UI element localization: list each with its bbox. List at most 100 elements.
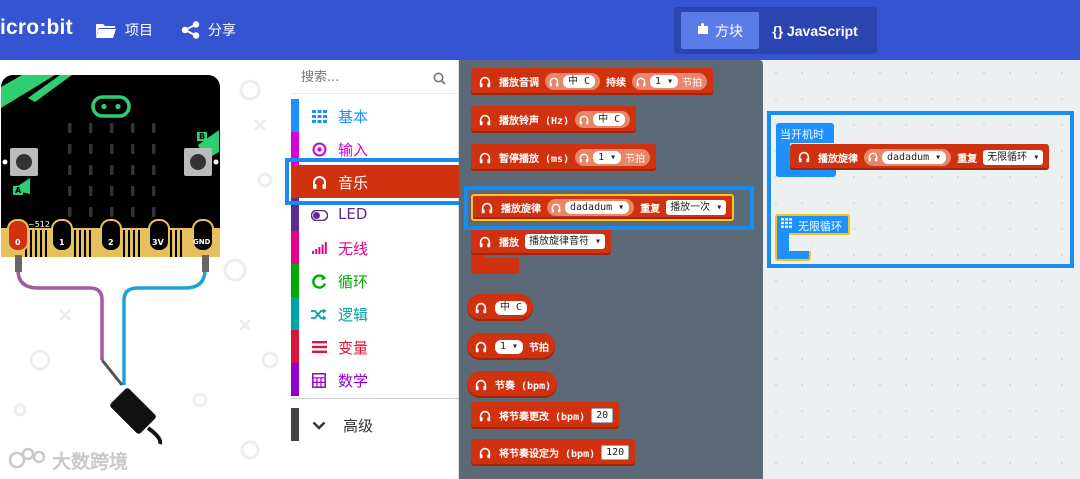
chevron-down-icon <box>310 416 328 434</box>
button-a-label[interactable]: A <box>13 186 24 195</box>
toggle-icon <box>310 206 328 224</box>
category-label: 无线 <box>338 240 369 258</box>
watermark-text: 大数跨境 <box>52 451 129 473</box>
category-math[interactable]: 数学 <box>291 363 459 396</box>
category-label: 逻辑 <box>338 306 369 324</box>
repeat-label: 重复 <box>957 153 978 165</box>
tempo-change-input[interactable]: 20 <box>591 408 614 423</box>
headphones-icon <box>477 74 493 90</box>
pin-0-label[interactable]: 0 <box>15 238 21 247</box>
category-label: 高级 <box>343 417 374 435</box>
note-value: 中 C <box>495 300 528 315</box>
note-input[interactable]: 中 C <box>575 111 631 128</box>
repeat-dropdown[interactable]: 无限循环 ▾ <box>983 149 1044 165</box>
simulator-panel: 0 1 2 3V GND ~512 A B 大数跨境 <box>0 60 291 479</box>
top-bar: icro:bit 项目 分享 方块 {} JavaScript <box>0 0 1080 60</box>
beat-input[interactable]: 1 ▾ 节拍 <box>632 73 708 90</box>
ring-tone-block[interactable]: 播放铃声 (Hz) 中 C <box>471 106 637 133</box>
note-value: 中 C <box>593 113 626 126</box>
headphones-icon <box>477 445 493 461</box>
pin-1-label[interactable]: 1 <box>59 238 65 247</box>
editor-mode-toggle: 方块 {} JavaScript <box>674 7 877 54</box>
beat-value: 1 ▾ <box>593 151 622 164</box>
headphones-icon <box>479 200 495 216</box>
beat-value[interactable]: 1 ▾ <box>495 339 524 354</box>
toolbox-search <box>291 60 459 94</box>
category-label: 输入 <box>338 141 369 159</box>
share-button[interactable]: 分享 <box>181 20 236 40</box>
tempo-reporter-block[interactable]: 节奏 (bpm) <box>467 371 558 398</box>
pin-value-readout: ~512 <box>28 220 50 229</box>
category-led[interactable]: LED <box>291 198 459 231</box>
category-music[interactable]: 音乐 <box>291 165 459 198</box>
block-label: 暂停播放 (ms) <box>499 154 570 165</box>
start-melody-block[interactable]: 播放旋律 dadadum ▾ 重复 播放一次 ▾ <box>471 194 735 221</box>
blocks-mode-button[interactable]: 方块 <box>681 12 759 49</box>
category-advanced[interactable]: 高级 <box>291 408 459 441</box>
grid-icon <box>310 107 328 125</box>
headphones-icon <box>477 408 493 424</box>
button-b-label[interactable]: B <box>197 132 208 141</box>
projects-label: 项目 <box>125 23 153 39</box>
search-icon[interactable] <box>433 70 446 89</box>
blocks-mode-label: 方块 <box>715 23 743 40</box>
projects-button[interactable]: 项目 <box>95 20 153 40</box>
category-radio[interactable]: 无线 <box>291 231 459 264</box>
category-basic[interactable]: 基本 <box>291 99 459 132</box>
loop-icon <box>310 272 328 290</box>
beat-input[interactable]: 1 ▾ 节拍 <box>575 149 651 166</box>
block-label: 播放 <box>499 238 519 249</box>
share-label: 分享 <box>208 23 236 39</box>
repeat-dropdown[interactable]: 播放一次 ▾ <box>666 200 727 215</box>
pin-2-label[interactable]: 2 <box>108 238 114 247</box>
headphones-icon <box>473 300 489 316</box>
javascript-mode-button[interactable]: {} JavaScript <box>766 12 864 49</box>
block-label: 将节奏设定为 (bpm) <box>499 449 596 460</box>
category-variables[interactable]: 变量 <box>291 330 459 363</box>
headphones-icon <box>577 113 591 127</box>
repeat-label: 重复 <box>640 204 661 215</box>
search-input[interactable] <box>301 67 429 87</box>
category-label: 音乐 <box>338 174 369 192</box>
pin-gnd-label: GND <box>193 238 211 246</box>
folder-icon <box>95 21 117 39</box>
note-reporter-block[interactable]: 中 C <box>467 294 534 321</box>
category-label: 数学 <box>338 372 369 390</box>
block-label: 播放铃声 (Hz) <box>499 116 570 127</box>
block-label: 播放旋律 <box>501 204 541 215</box>
grid-icon <box>781 218 792 231</box>
rest-block[interactable]: 暂停播放 (ms) 1 ▾ 节拍 <box>471 144 657 171</box>
set-tempo-block[interactable]: 将节奏设定为 (bpm) 120 <box>471 439 636 466</box>
sound-dropdown[interactable]: 播放旋律音符 ▾ <box>525 234 606 249</box>
tempo-set-input[interactable]: 120 <box>601 445 630 460</box>
category-logic[interactable]: 逻辑 <box>291 297 459 330</box>
brand-logo[interactable]: icro:bit <box>0 16 73 40</box>
on-start-block[interactable]: 当开机时 <box>776 123 834 143</box>
beat-reporter-block[interactable]: 1 ▾ 节拍 <box>467 333 556 360</box>
shuffle-icon <box>310 305 328 323</box>
beat-unit: 节拍 <box>529 343 550 354</box>
category-loops[interactable]: 循环 <box>291 264 459 297</box>
block-label: 节奏 (bpm) <box>495 381 552 392</box>
category-input[interactable]: 输入 <box>291 132 459 165</box>
start-melody-block-placed[interactable]: 播放旋律 dadadum ▾ 重复 无限循环 ▾ <box>790 144 1050 170</box>
play-tone-block[interactable]: 播放音调 中 C 持续 1 ▾ 节拍 <box>471 68 714 95</box>
change-tempo-block[interactable]: 将节奏更改 (bpm) 20 <box>471 402 620 429</box>
calculator-icon <box>310 371 328 389</box>
headphones-icon <box>310 173 328 191</box>
watermark: 大数跨境 <box>8 445 128 476</box>
headphones-icon <box>866 150 880 164</box>
melody-input[interactable]: dadadum ▾ <box>864 148 952 166</box>
watermark-logo-icon <box>8 445 48 476</box>
javascript-mode-label: {} JavaScript <box>772 22 858 39</box>
melody-input[interactable]: dadadum ▾ <box>547 199 635 216</box>
play-sound-block[interactable]: 播放 播放旋律音符 ▾ <box>471 228 612 255</box>
headphones-icon <box>634 75 648 89</box>
forever-block[interactable]: 无限循环 <box>775 214 850 235</box>
melody-value: dadadum ▾ <box>565 201 630 214</box>
category-label: 循环 <box>338 273 369 291</box>
note-input[interactable]: 中 C <box>545 73 601 90</box>
headphones-icon <box>477 150 493 166</box>
category-label: 基本 <box>338 108 369 126</box>
simulator-board <box>1 75 279 460</box>
